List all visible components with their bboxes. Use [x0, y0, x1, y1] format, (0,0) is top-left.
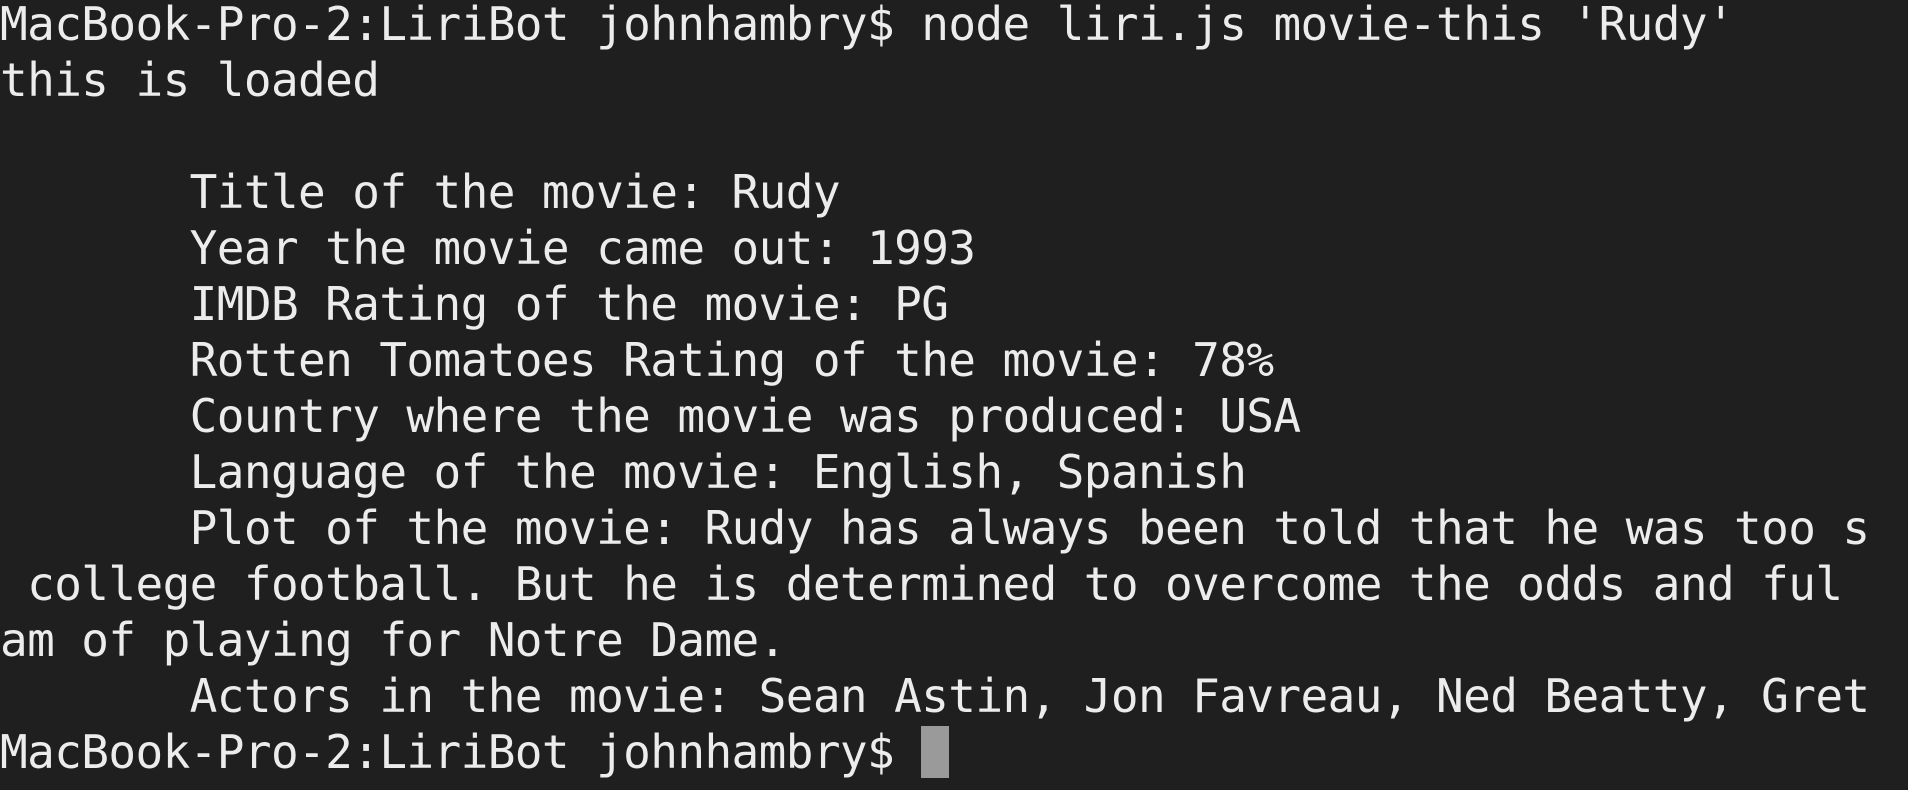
output-plot-line-1: Plot of the movie: Rudy has always been …	[0, 501, 1870, 555]
output-loaded: this is loaded	[0, 53, 380, 107]
shell-command: node liri.js movie-this 'Rudy'	[921, 0, 1735, 51]
command-line: MacBook-Pro-2:LiriBot johnhambry$ node l…	[0, 0, 1735, 52]
output-plot-line-3: am of playing for Notre Dame.	[0, 613, 786, 667]
output-rotten-tomatoes-rating: Rotten Tomatoes Rating of the movie: 78%	[0, 333, 1274, 387]
terminal-window[interactable]: MacBook-Pro-2:LiriBot johnhambry$ node l…	[0, 0, 1908, 790]
output-imdb-rating: IMDB Rating of the movie: PG	[0, 277, 949, 331]
output-language: Language of the movie: English, Spanish	[0, 445, 1247, 499]
final-prompt-line[interactable]: MacBook-Pro-2:LiriBot johnhambry$	[0, 724, 950, 780]
output-country: Country where the movie was produced: US…	[0, 389, 1301, 443]
output-plot-line-2: college football. But he is determined t…	[0, 557, 1843, 611]
output-actors: Actors in the movie: Sean Astin, Jon Fav…	[0, 669, 1870, 723]
output-title: Title of the movie: Rudy	[0, 165, 841, 219]
text-cursor	[921, 726, 950, 778]
shell-prompt: MacBook-Pro-2:LiriBot johnhambry$	[0, 725, 922, 779]
output-year: Year the movie came out: 1993	[0, 221, 976, 275]
shell-prompt: MacBook-Pro-2:LiriBot johnhambry$	[0, 0, 922, 51]
